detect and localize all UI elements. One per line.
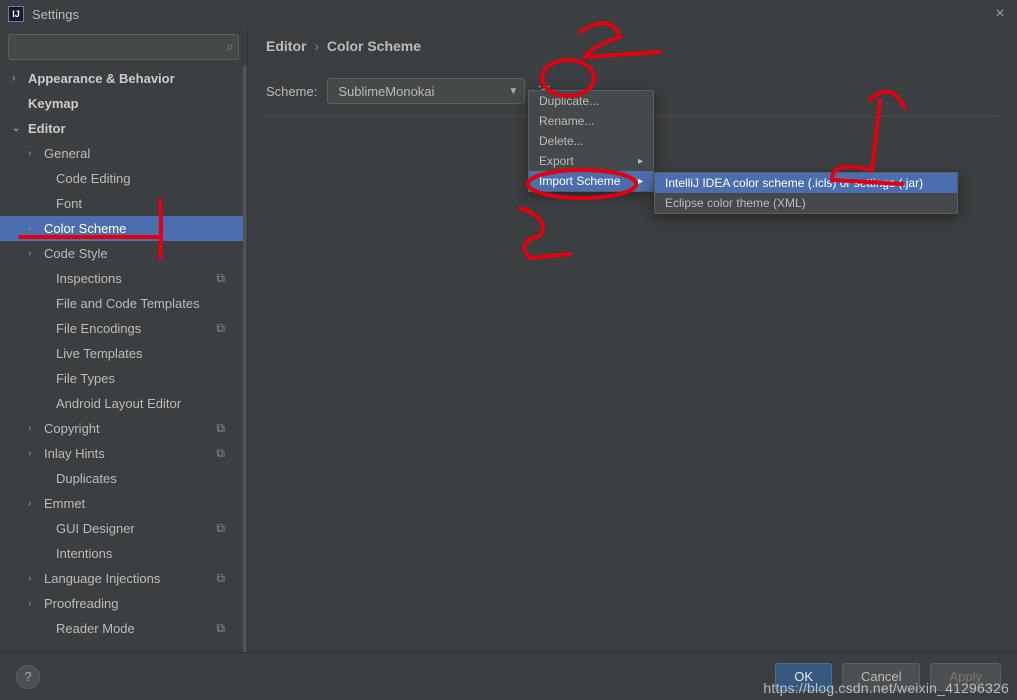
sidebar-item-emmet[interactable]: Emmet [0, 491, 243, 516]
sidebar-item-file-encodings[interactable]: File Encodings ⧉ [0, 316, 243, 341]
scheme-actions-menu: Duplicate...Rename...Delete...Export▸Imp… [528, 90, 654, 192]
chevron-right-icon [28, 448, 42, 459]
sidebar-item-label: Proofreading [44, 596, 118, 611]
chevron-right-icon [28, 223, 42, 234]
sidebar-item-label: Color Scheme [44, 221, 126, 236]
chevron-down-icon: ▼ [508, 86, 518, 97]
search-input[interactable] [8, 34, 239, 60]
sidebar: ⌕ Appearance & BehaviorKeymapEditorGener… [0, 28, 248, 652]
sidebar-item-label: Appearance & Behavior [28, 71, 175, 86]
chevron-right-icon [28, 598, 42, 609]
sidebar-item-label: Inspections [56, 271, 122, 286]
submenu-item-intellij-idea-color-scheme-icl[interactable]: IntelliJ IDEA color scheme (.icls) or se… [655, 173, 957, 193]
sidebar-item-file-types[interactable]: File Types [0, 366, 243, 391]
scheme-value: SublimeMonokai [338, 84, 434, 99]
sidebar-item-label: Keymap [28, 96, 79, 111]
sidebar-item-intentions[interactable]: Intentions [0, 541, 243, 566]
sidebar-item-label: General [44, 146, 90, 161]
chevron-right-icon [12, 73, 26, 84]
chevron-down-icon [12, 123, 26, 134]
sidebar-item-label: Font [56, 196, 82, 211]
scheme-dropdown[interactable]: SublimeMonokai ▼ [327, 78, 525, 104]
project-scope-icon: ⧉ [216, 521, 225, 536]
project-scope-icon: ⧉ [216, 321, 225, 336]
chevron-right-icon [28, 248, 42, 259]
sidebar-item-code-editing[interactable]: Code Editing [0, 166, 243, 191]
scheme-label: Scheme: [266, 84, 317, 99]
sidebar-item-file-and-code-templates[interactable]: File and Code Templates [0, 291, 243, 316]
sidebar-item-font[interactable]: Font [0, 191, 243, 216]
sidebar-item-label: Android Layout Editor [56, 396, 181, 411]
chevron-right-icon: ▸ [638, 156, 643, 167]
chevron-right-icon [28, 573, 42, 584]
project-scope-icon: ⧉ [216, 271, 225, 286]
sidebar-item-label: GUI Designer [56, 521, 135, 536]
watermark: https://blog.csdn.net/weixin_41296326 [763, 680, 1009, 696]
sidebar-item-code-style[interactable]: Code Style [0, 241, 243, 266]
sidebar-item-label: Code Style [44, 246, 108, 261]
titlebar: IJ Settings × [0, 0, 1017, 28]
breadcrumb-color-scheme: Color Scheme [327, 38, 421, 54]
menu-item-label: Import Scheme [539, 174, 620, 188]
menu-item-label: Delete... [539, 134, 584, 148]
sidebar-item-language-injections[interactable]: Language Injections ⧉ [0, 566, 243, 591]
sidebar-item-label: Intentions [56, 546, 112, 561]
menu-item-import-scheme[interactable]: Import Scheme ▸ [529, 171, 653, 191]
sidebar-item-label: File Types [56, 371, 115, 386]
settings-tree[interactable]: Appearance & Behavior Keymap Editor General… [0, 66, 247, 652]
submenu-item-label: IntelliJ IDEA color scheme (.icls) or se… [665, 176, 923, 190]
sidebar-item-label: Code Editing [56, 171, 130, 186]
sidebar-item-reader-mode[interactable]: Reader Mode ⧉ [0, 616, 243, 641]
sidebar-item-duplicates[interactable]: Duplicates [0, 466, 243, 491]
submenu-item-eclipse-color-theme-xml-[interactable]: Eclipse color theme (XML) [655, 193, 957, 213]
menu-item-export[interactable]: Export ▸ [529, 151, 653, 171]
sidebar-item-general[interactable]: General [0, 141, 243, 166]
project-scope-icon: ⧉ [216, 446, 225, 461]
sidebar-item-keymap[interactable]: Keymap [0, 91, 243, 116]
import-scheme-submenu: IntelliJ IDEA color scheme (.icls) or se… [654, 172, 958, 214]
sidebar-item-proofreading[interactable]: Proofreading [0, 591, 243, 616]
window-title: Settings [32, 7, 79, 22]
menu-item-duplicate-[interactable]: Duplicate... [529, 91, 653, 111]
sidebar-item-label: File Encodings [56, 321, 141, 336]
sidebar-item-live-templates[interactable]: Live Templates [0, 341, 243, 366]
breadcrumb-sep: › [314, 38, 319, 54]
breadcrumb-editor[interactable]: Editor [266, 38, 306, 54]
sidebar-item-editor[interactable]: Editor [0, 116, 243, 141]
sidebar-item-inspections[interactable]: Inspections ⧉ [0, 266, 243, 291]
breadcrumb: Editor › Color Scheme [266, 38, 999, 54]
sidebar-item-label: Duplicates [56, 471, 117, 486]
menu-item-label: Export [539, 154, 574, 168]
sidebar-item-copyright[interactable]: Copyright ⧉ [0, 416, 243, 441]
project-scope-icon: ⧉ [216, 571, 225, 586]
chevron-right-icon [28, 498, 42, 509]
chevron-right-icon: ▸ [638, 176, 643, 187]
app-icon: IJ [8, 6, 24, 22]
help-button[interactable]: ? [16, 665, 40, 689]
submenu-item-label: Eclipse color theme (XML) [665, 196, 806, 210]
project-scope-icon: ⧉ [216, 421, 225, 436]
sidebar-item-gui-designer[interactable]: GUI Designer ⧉ [0, 516, 243, 541]
sidebar-item-label: Emmet [44, 496, 85, 511]
sidebar-item-color-scheme[interactable]: Color Scheme [0, 216, 243, 241]
close-icon[interactable]: × [991, 5, 1009, 23]
sidebar-item-label: Language Injections [44, 571, 160, 586]
sidebar-item-label: Editor [28, 121, 66, 136]
sidebar-item-label: File and Code Templates [56, 296, 200, 311]
project-scope-icon: ⧉ [216, 621, 225, 636]
menu-item-label: Duplicate... [539, 94, 599, 108]
menu-item-delete-[interactable]: Delete... [529, 131, 653, 151]
sidebar-item-label: Inlay Hints [44, 446, 105, 461]
chevron-right-icon [28, 423, 42, 434]
menu-item-rename-[interactable]: Rename... [529, 111, 653, 131]
sidebar-item-appearance-behavior[interactable]: Appearance & Behavior [0, 66, 243, 91]
sidebar-item-label: Copyright [44, 421, 100, 436]
menu-item-label: Rename... [539, 114, 594, 128]
sidebar-item-label: Live Templates [56, 346, 142, 361]
chevron-right-icon [28, 148, 42, 159]
sidebar-item-android-layout-editor[interactable]: Android Layout Editor [0, 391, 243, 416]
sidebar-item-inlay-hints[interactable]: Inlay Hints ⧉ [0, 441, 243, 466]
sidebar-item-label: Reader Mode [56, 621, 135, 636]
